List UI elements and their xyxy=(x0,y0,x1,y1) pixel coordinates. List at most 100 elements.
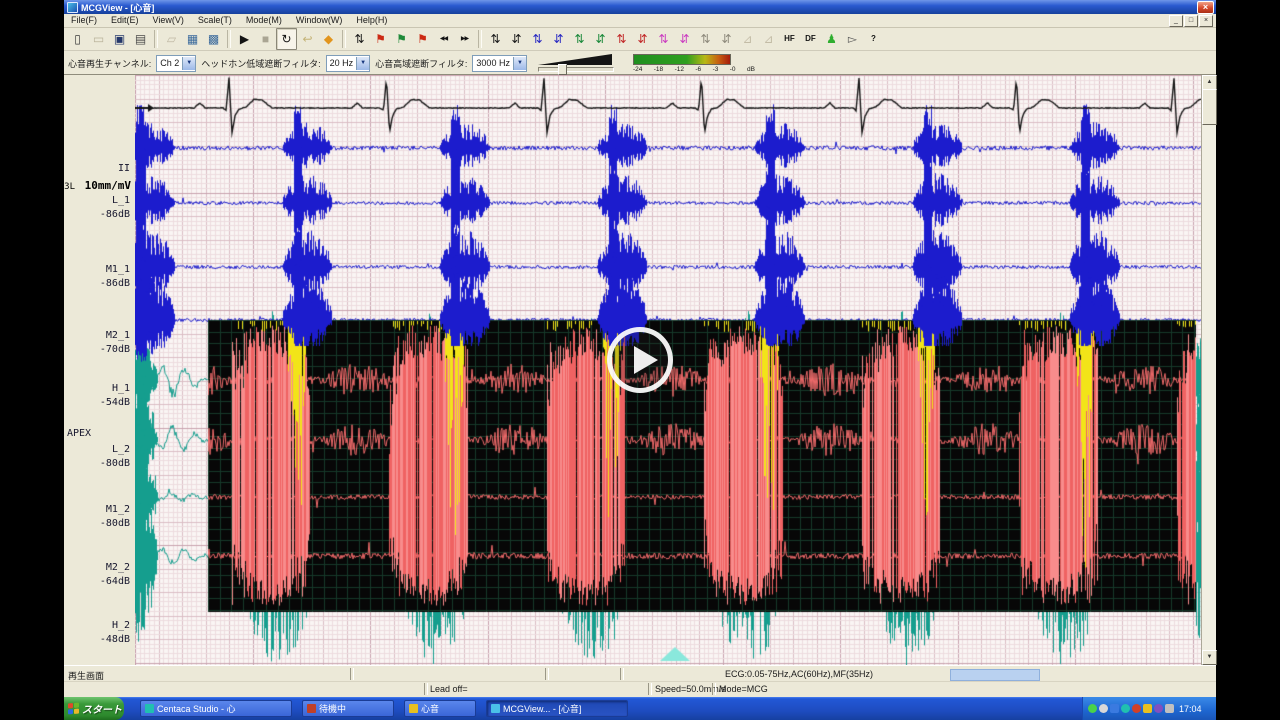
run-measure-button[interactable]: ⇅ xyxy=(349,28,370,50)
windows-flag-icon xyxy=(68,703,79,715)
flag-1-button[interactable]: ⚑ xyxy=(370,28,391,50)
walk-magenta-next-button[interactable]: ⇵ xyxy=(674,28,695,50)
mdi-minimize-button[interactable]: _ xyxy=(1169,15,1183,27)
volume-thumb[interactable] xyxy=(558,64,567,75)
start-button[interactable]: スタート xyxy=(64,697,124,720)
walk-black-next-button[interactable]: ⇵ xyxy=(506,28,527,50)
mdi-close-button[interactable]: × xyxy=(1199,15,1213,27)
tray-icon-3[interactable] xyxy=(1110,704,1119,713)
menu-help-h[interactable]: Help(H) xyxy=(349,14,394,27)
tray-icon-8[interactable] xyxy=(1165,704,1174,713)
channel-db-L_1: -86dB xyxy=(66,209,130,220)
print-button[interactable]: ▤ xyxy=(130,28,151,50)
menu-view-v[interactable]: View(V) xyxy=(146,14,191,27)
tray-icon-7[interactable] xyxy=(1154,704,1163,713)
chevron-down-icon[interactable]: ▼ xyxy=(513,57,526,70)
walk-green-next-icon: ⇵ xyxy=(595,33,605,45)
ecg-gain-prefix: 3L xyxy=(64,182,75,192)
flag-3-button[interactable]: ⚑ xyxy=(412,28,433,50)
channel-label-M2_1: M2_1 xyxy=(66,330,130,341)
window-title: MCGView - [心音] xyxy=(81,1,154,14)
chevron-down-icon[interactable]: ▼ xyxy=(356,57,369,70)
channel-select-value: Ch 2 xyxy=(157,58,182,68)
save-icon: ▣ xyxy=(114,33,125,45)
close-button[interactable]: × xyxy=(1197,1,1214,14)
seek-back-button[interactable]: ◀◀ xyxy=(433,28,454,50)
task-button-4[interactable]: MCGView... - [心音] xyxy=(486,700,628,717)
vertical-scrollbar[interactable]: ▲ ▼ xyxy=(1201,75,1216,665)
flag-3-icon: ⚑ xyxy=(417,33,428,45)
taskbar: スタート Centaca Studio - 心待機中 心音 MCGView... -… xyxy=(64,697,1216,720)
task-label: 心音 xyxy=(421,702,439,715)
open-button: ▭ xyxy=(88,28,109,50)
toolbar-separator xyxy=(227,30,231,48)
video-play-button[interactable] xyxy=(607,327,673,393)
divider xyxy=(620,668,624,680)
scrollbar-thumb[interactable] xyxy=(1202,89,1217,125)
subject-button[interactable]: ♟ xyxy=(821,28,842,50)
df-filter-button[interactable]: DF xyxy=(800,28,821,50)
channel-select[interactable]: Ch 2 ▼ xyxy=(156,55,196,72)
walk-blue-next-button[interactable]: ⇵ xyxy=(548,28,569,50)
pointer-button[interactable]: ▻ xyxy=(842,28,863,50)
snapshot-1-button[interactable]: ▦ xyxy=(182,28,203,50)
status-ecg-filter: ECG:0.05-75Hz,AC(60Hz),MF(35Hz) xyxy=(725,669,873,679)
hf-filter-button[interactable]: HF xyxy=(779,28,800,50)
volume-slider[interactable] xyxy=(538,54,616,72)
repeat-icon: ↻ xyxy=(281,33,291,45)
menu-edit-e[interactable]: Edit(E) xyxy=(104,14,146,27)
task-button-1[interactable]: Centaca Studio - 心 xyxy=(140,700,292,717)
seek-fwd-button[interactable]: ▶▶ xyxy=(454,28,475,50)
scroll-up-icon[interactable]: ▲ xyxy=(1202,75,1217,90)
walk-green-next-button[interactable]: ⇵ xyxy=(590,28,611,50)
play-button[interactable]: ▶ xyxy=(234,28,255,50)
menu-file-f[interactable]: File(F) xyxy=(64,14,104,27)
task-button-2[interactable]: 待機中 xyxy=(302,700,394,717)
walk-green-prev-button[interactable]: ⇅ xyxy=(569,28,590,50)
ecg-lead-label: II xyxy=(66,163,130,174)
tray-icons xyxy=(1088,704,1176,713)
flag-2-button[interactable]: ⚑ xyxy=(391,28,412,50)
scroll-down-icon[interactable]: ▼ xyxy=(1202,650,1217,665)
menu-mode-m[interactable]: Mode(M) xyxy=(239,14,289,27)
new-button[interactable]: ▯ xyxy=(67,28,88,50)
walk-blue-prev-button[interactable]: ⇅ xyxy=(527,28,548,50)
ecg-gain-label: 3L 10mm/mV xyxy=(64,174,131,193)
event-marker-button[interactable]: ◆ xyxy=(318,28,339,50)
snapshot-2-button[interactable]: ▩ xyxy=(203,28,224,50)
channel-db-M1_2: -80dB xyxy=(66,518,130,529)
task-icon xyxy=(145,704,154,713)
highcut-filter-select[interactable]: 3000 Hz ▼ xyxy=(472,55,527,72)
tray-icon-1[interactable] xyxy=(1088,704,1097,713)
volume-track[interactable] xyxy=(538,67,614,72)
menu-window-w[interactable]: Window(W) xyxy=(289,14,350,27)
lowcut-filter-select[interactable]: 20 Hz ▼ xyxy=(326,55,371,72)
mdi-restore-button[interactable]: □ xyxy=(1184,15,1198,27)
walk-gray-prev-button[interactable]: ⇅ xyxy=(695,28,716,50)
tray-icon-2[interactable] xyxy=(1099,704,1108,713)
help-button[interactable]: ? xyxy=(863,28,884,50)
save-button[interactable]: ▣ xyxy=(109,28,130,50)
divider xyxy=(712,683,716,695)
walk-black-prev-button[interactable]: ⇅ xyxy=(485,28,506,50)
status-mode: Mode=MCG xyxy=(719,684,768,694)
tool-a-button: ⊿ xyxy=(737,28,758,50)
walk-red-next-button[interactable]: ⇵ xyxy=(632,28,653,50)
tray-icon-5[interactable] xyxy=(1132,704,1141,713)
walk-magenta-prev-icon: ⇅ xyxy=(658,33,668,45)
system-tray: 17:04 xyxy=(1082,697,1216,720)
meter-tick: -0 xyxy=(730,66,736,73)
chevron-down-icon[interactable]: ▼ xyxy=(182,57,195,70)
walk-red-prev-button[interactable]: ⇅ xyxy=(611,28,632,50)
tray-icon-6[interactable] xyxy=(1143,704,1152,713)
main-toolbar: ▯▭▣▤▱▦▩▶■↻↩◆⇅⚑⚑⚑◀◀▶▶⇅⇵⇅⇵⇅⇵⇅⇵⇅⇵⇅⇵⊿⊿HFDF♟▻… xyxy=(64,28,1216,51)
menu-scale-t[interactable]: Scale(T) xyxy=(191,14,239,27)
tray-icon-4[interactable] xyxy=(1121,704,1130,713)
task-button-3[interactable]: 心音 xyxy=(404,700,476,717)
repeat-button[interactable]: ↻ xyxy=(276,28,297,50)
meter-tick: dB xyxy=(747,66,755,73)
walk-gray-next-icon: ⇵ xyxy=(721,33,731,45)
walk-gray-next-button[interactable]: ⇵ xyxy=(716,28,737,50)
export-icon: ▱ xyxy=(167,33,176,45)
walk-magenta-prev-button[interactable]: ⇅ xyxy=(653,28,674,50)
